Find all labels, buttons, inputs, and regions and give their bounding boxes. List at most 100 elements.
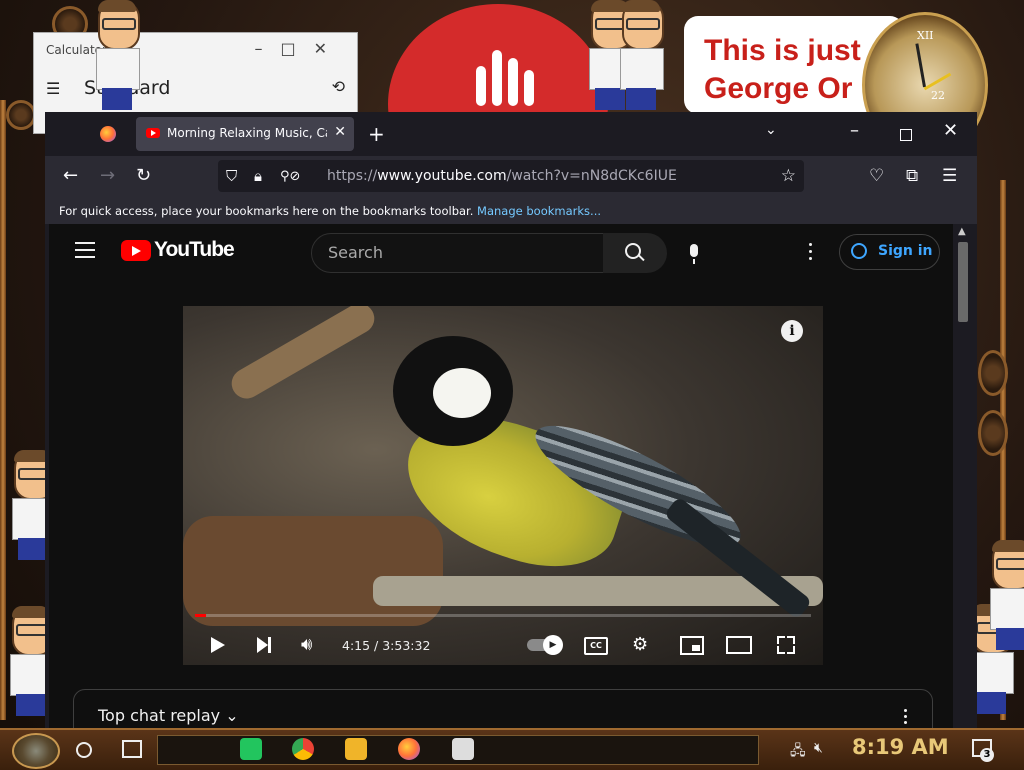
firefox-window[interactable]: Morning Relaxing Music, Calm ✕ + ⌄ – ✕ ←… [45, 112, 977, 728]
volume-muted-icon[interactable]: 🔇︎ [814, 740, 823, 756]
search-input[interactable]: Search [311, 233, 605, 273]
firefox-taskbar-icon[interactable] [398, 738, 420, 760]
cortana-icon[interactable] [76, 742, 92, 758]
miniplayer-icon[interactable] [680, 636, 704, 655]
list-tabs-chevron-icon[interactable]: ⌄ [765, 122, 777, 138]
sign-in-label: Sign in [878, 243, 933, 259]
info-icon[interactable]: i [781, 320, 803, 342]
clock-minute-hand [923, 72, 952, 91]
cartoon-character [616, 0, 666, 110]
guide-menu-icon[interactable] [75, 242, 95, 263]
captions-icon[interactable]: CC [584, 637, 608, 655]
taskbar-clock[interactable]: 8:19 AM [852, 735, 949, 759]
autoplay-toggle[interactable] [527, 635, 563, 655]
video-wood-log [226, 306, 380, 404]
video-progress-fill [195, 614, 207, 617]
bookmarks-hint: For quick access, place your bookmarks h… [59, 204, 601, 218]
history-icon[interactable]: ⟲ [332, 77, 345, 96]
close-tab-icon[interactable]: ✕ [334, 124, 346, 140]
url-prefix: https:// [327, 168, 378, 184]
youtube-favicon-icon [146, 128, 160, 138]
app-logo-bars [476, 46, 536, 106]
calculator-taskbar-icon[interactable] [452, 738, 474, 760]
meme-sign-line1: This is just [704, 34, 861, 67]
forward-arrow-icon[interactable]: → [100, 165, 115, 186]
gear-decoration [978, 410, 1008, 456]
task-view-icon[interactable] [122, 740, 142, 758]
search-button[interactable] [603, 233, 667, 273]
taskbar-apps [157, 735, 759, 765]
hamburger-icon[interactable]: ☰ [46, 79, 60, 98]
settings-gear-icon[interactable]: ⚙ [632, 634, 648, 655]
shield-icon[interactable]: ⛉ [226, 167, 237, 185]
tab-title: Morning Relaxing Music, Calm [167, 126, 327, 140]
theater-mode-icon[interactable] [726, 636, 752, 654]
microphone-icon[interactable] [690, 244, 698, 264]
maximize-button[interactable] [900, 129, 912, 141]
reload-icon[interactable]: ↻ [136, 165, 151, 186]
video-wood-log [183, 516, 443, 626]
back-arrow-icon[interactable]: ← [63, 165, 78, 186]
firefox-icon[interactable] [100, 126, 116, 142]
video-time: 4:15 / 3:53:32 [342, 638, 431, 653]
scroll-up-icon[interactable]: ▲ [958, 226, 966, 237]
clock-hour-hand [915, 43, 926, 88]
youtube-logo-icon[interactable] [121, 240, 151, 261]
chat-replay-label[interactable]: Top chat replay ⌄ [98, 706, 239, 725]
file-explorer-icon[interactable] [345, 738, 367, 760]
pocket-icon[interactable]: ♡ [869, 166, 884, 186]
fullscreen-icon[interactable] [777, 636, 795, 654]
video-bird-cheek [433, 368, 491, 418]
url-host: www.youtube.com [377, 168, 507, 184]
bookmark-star-icon[interactable]: ☆ [781, 166, 796, 186]
chat-replay-panel[interactable]: Top chat replay ⌄ [73, 689, 933, 728]
tab-bar: Morning Relaxing Music, Calm ✕ + ⌄ – ✕ [45, 112, 977, 156]
calculator-window-controls[interactable]: –□✕ [254, 39, 345, 58]
new-tab-button[interactable]: + [368, 122, 385, 146]
play-icon[interactable] [211, 637, 225, 653]
extensions-icon[interactable]: ⧉ [906, 166, 918, 186]
account-icon [851, 243, 867, 259]
gear-decoration [978, 350, 1008, 396]
next-icon[interactable] [257, 637, 271, 653]
youtube-logo-text[interactable]: YouTube [154, 238, 235, 262]
address-bar[interactable]: ⛉ 🔒︎ ⚲⊘ https://www.youtube.com/watch?v=… [218, 160, 804, 192]
chevron-down-icon: ⌄ [225, 706, 239, 725]
volume-icon[interactable]: 🔊︎ [301, 634, 312, 655]
close-window-button[interactable]: ✕ [943, 120, 958, 141]
clock-numeral: XII [917, 29, 934, 42]
lock-icon[interactable]: 🔒︎ [254, 167, 262, 185]
start-button[interactable] [12, 733, 60, 769]
video-player[interactable]: i 🔊︎ 4:15 / 3:53:32 CC ⚙ [183, 306, 823, 665]
taskbar: 🖧 🔇︎ 8:19 AM 3 [0, 728, 1024, 770]
chat-menu-icon[interactable] [904, 709, 908, 727]
search-placeholder: Search [328, 243, 383, 262]
minimize-button[interactable]: – [850, 120, 859, 141]
url-path: /watch?v=nN8dCKc6IUE [506, 168, 677, 184]
youtube-page: YouTube Search Sign in i 🔊︎ 4:15 / 3:53:… [49, 224, 953, 728]
cartoon-character [92, 0, 142, 110]
chrome-icon[interactable] [292, 738, 314, 760]
meme-sign-line2: George Or [704, 72, 853, 105]
sign-in-button[interactable]: Sign in [839, 234, 940, 270]
network-icon[interactable]: 🖧 [790, 740, 806, 764]
cartoon-character [986, 540, 1024, 650]
bookmarks-hint-text: For quick access, place your bookmarks h… [59, 204, 474, 218]
settings-kebab-icon[interactable] [809, 243, 813, 264]
player-controls: 🔊︎ 4:15 / 3:53:32 CC ⚙ [183, 624, 823, 664]
tab-youtube[interactable]: Morning Relaxing Music, Calm ✕ [136, 117, 354, 151]
chat-replay-text: Top chat replay [98, 706, 221, 725]
clock-date: 22 [931, 89, 945, 102]
page-scrollbar[interactable]: ▲ [953, 224, 973, 728]
bookmarks-toolbar: For quick access, place your bookmarks h… [45, 198, 977, 224]
sheets-app-icon[interactable] [240, 738, 262, 760]
gear-decoration [6, 100, 36, 130]
app-menu-icon[interactable]: ☰ [942, 166, 957, 186]
scroll-thumb[interactable] [958, 242, 968, 322]
url-text[interactable]: https://www.youtube.com/watch?v=nN8dCKc6… [327, 168, 677, 184]
search-icon [625, 243, 641, 259]
manage-bookmarks-link[interactable]: Manage bookmarks... [477, 204, 601, 218]
notification-badge: 3 [980, 748, 994, 762]
permissions-icon[interactable]: ⚲⊘ [280, 169, 300, 184]
video-progress-bar[interactable] [195, 614, 811, 617]
